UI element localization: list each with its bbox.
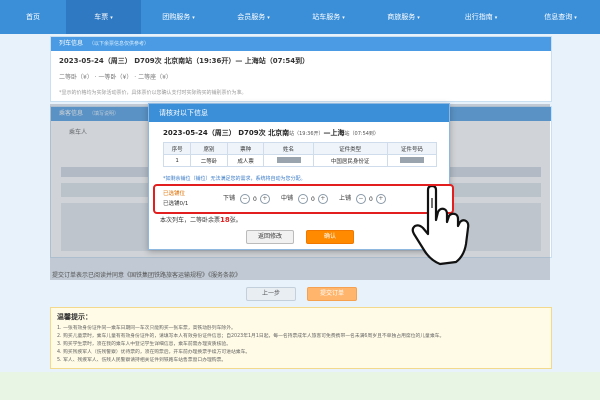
submit-order-button[interactable]: 提交订单 [307,287,357,301]
warm-tips: 温馨提示： 1. 一张有效身份证件同一乘车日期同一车次只能购买一张车票，高铁动卧… [50,307,552,369]
nav-item-business[interactable]: 商旅服务 ▾ [366,0,441,34]
col-id-number: 证件号码 [386,142,438,155]
nav-item-station[interactable]: 站车服务 ▾ [291,0,366,34]
chevron-down-icon: ▾ [267,15,270,21]
chevron-down-icon: ▾ [192,15,195,21]
nav-item-group[interactable]: 团购服务 ▾ [141,0,216,34]
seat-prices-line: 二等卧（¥） · 一等卧（¥） · 二等座（¥） [59,74,172,81]
nav-item-tickets[interactable]: 车票 ▾ [66,0,141,34]
chevron-down-icon: ▾ [342,15,345,21]
train-trip-line: 2023-05-24（周三） D709次 北京南站（19:36开）— 上海站（0… [59,57,310,65]
col-no: 序号 [162,142,192,155]
chevron-down-icon: ▾ [417,15,420,21]
redacted-name [276,157,301,164]
warm-tips-title: 温馨提示： [57,313,92,321]
nav-item-home[interactable]: 首页 [0,0,66,34]
prev-step-button[interactable]: 上一步 [246,287,296,301]
plus-icon[interactable]: + [259,194,270,204]
berth-middle: 中铺 − 0 + [281,193,328,204]
berth-selector-title: 已选铺位 [163,191,186,197]
train-info-panel: 列车信息 （以下余票信息仅供参考） 2023-05-24（周三） D709次 北京… [50,36,552,102]
upper-berth-stepper[interactable]: − 0 + [355,194,386,204]
col-ticket-type: 票种 [226,142,265,155]
allocation-tip: *如剩余铺位（铺位）无法满足您的需求，系统将自动为您分配。 [163,176,306,182]
nav-item-info[interactable]: 信息查询 ▾ [521,0,600,34]
top-nav: 首页 车票 ▾ 团购服务 ▾ 会员服务 ▾ 站车服务 ▾ 商旅服务 ▾ 出行指南 ▾ 信息查… [0,0,600,34]
nav-item-member[interactable]: 会员服务 ▾ [216,0,291,34]
plus-icon[interactable]: + [375,194,386,204]
back-modify-button[interactable]: 返回修改 [246,230,294,244]
footer-band [0,372,600,400]
nav-item-guide[interactable]: 出行指南 ▾ [441,0,521,34]
berth-selected-count: 已选铺0/1 [163,201,189,207]
redacted-id [399,157,424,164]
confirm-dialog: 请核对以下信息 2023-05-24（周三） D709次 北京南站（19:36开… [148,103,450,250]
table-row: 1 二等卧 成人票 中国居民身份证 [162,154,438,167]
agreement-text: 提交订单表示已阅读并同意《国铁集团铁路旅客运输规程》《服务条款》 [52,272,242,279]
dialog-title: 请核对以下信息 [149,104,449,122]
berth-upper: 上铺 − 0 + [339,193,386,204]
chevron-down-icon: ▾ [574,15,577,21]
col-id-type: 证件类型 [312,142,388,155]
price-hint: *显示的价格均为实际活动票价，具体票价以您确认支付时实际购买的铺别票价为准。 [59,90,247,96]
minus-icon[interactable]: − [239,194,250,204]
chevron-down-icon: ▾ [494,15,498,21]
berth-lower: 下铺 − 0 + [223,193,270,204]
middle-berth-stepper[interactable]: − 0 + [297,194,328,204]
chevron-down-icon: ▾ [110,15,113,21]
minus-icon[interactable]: − [297,194,308,204]
passenger-confirm-table: 序号 席别 票种 姓名 证件类型 证件号码 1 二等卧 成人票 中国居民身份证 [162,142,438,167]
minus-icon[interactable]: − [355,194,366,204]
dialog-trip-line: 2023-05-24（周三） D709次 北京南站（19:36开）—上海站（07… [163,129,379,137]
train-info-header: 列车信息 （以下余票信息仅供参考） [51,37,551,51]
berth-selector: 已选铺位 已选铺0/1 下铺 − 0 + 中铺 − 0 + 上铺 − 0 + [153,184,454,214]
lower-berth-stepper[interactable]: − 0 + [239,194,270,204]
remaining-tickets: 本次列车，二等卧余票18张。 [160,216,242,224]
col-seat: 席别 [190,142,228,155]
confirm-button[interactable]: 确认 [306,230,354,244]
col-name: 姓名 [263,142,314,155]
pointing-hand-icon [411,186,470,266]
plus-icon[interactable]: + [317,194,328,204]
